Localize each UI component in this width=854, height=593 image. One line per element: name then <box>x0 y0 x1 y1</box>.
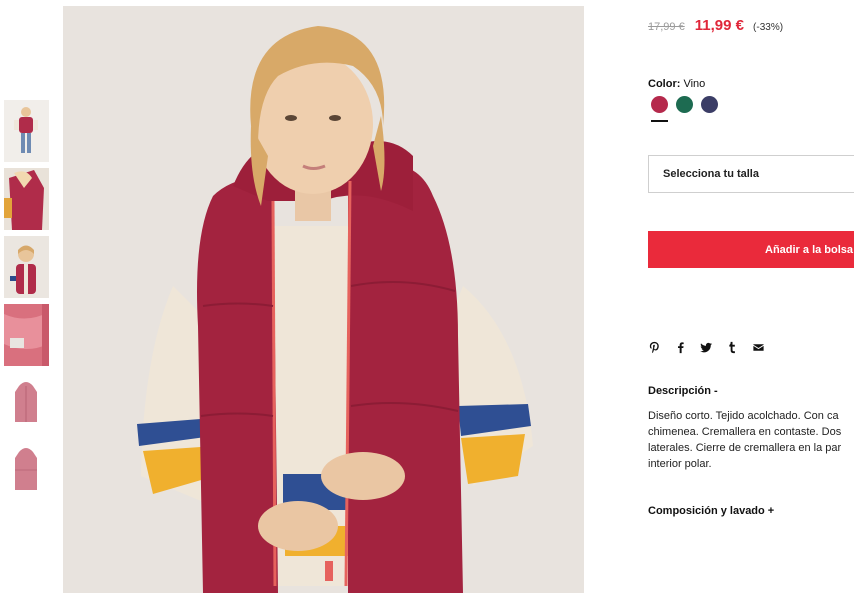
product-main-image[interactable] <box>63 6 584 593</box>
selected-color-name: Vino <box>683 78 706 90</box>
share-icons <box>648 340 778 354</box>
thumbnail-fabric-detail[interactable] <box>4 304 49 366</box>
size-select[interactable]: Selecciona tu talla <box>648 155 854 193</box>
swatch-navy[interactable] <box>701 96 718 113</box>
description-line: laterales. Cierre de cremallera en la pa… <box>648 442 842 454</box>
thumbnail-gallery <box>4 100 50 508</box>
discount-badge: (-33%) <box>753 22 784 33</box>
description-text: Diseño corto. Tejido acolchado. Con ca c… <box>648 408 854 472</box>
swatch-vino[interactable] <box>651 96 668 113</box>
facebook-icon[interactable] <box>674 340 687 354</box>
add-to-bag-label: Añadir a la bolsa <box>765 243 854 256</box>
product-info-panel: 17,99 € 11,99 € (-33%) Color: Vino Selec… <box>648 0 854 593</box>
description-toggle[interactable]: Descripción - <box>648 385 718 397</box>
description-line: interior polar. <box>648 458 712 470</box>
sale-price: 11,99 € <box>694 17 744 34</box>
description-line: chimenea. Cremallera en contaste. Dos <box>648 426 842 438</box>
thumbnail-hood-detail[interactable] <box>4 168 49 230</box>
add-to-bag-button[interactable]: Añadir a la bolsa <box>648 231 854 268</box>
size-select-placeholder: Selecciona tu talla <box>663 168 759 180</box>
composition-toggle[interactable]: Composición y lavado + <box>648 505 774 517</box>
email-icon[interactable] <box>752 340 765 354</box>
thumbnail-close-up[interactable] <box>4 236 49 298</box>
thumbnail-vest-back[interactable] <box>4 440 49 502</box>
twitter-icon[interactable] <box>700 340 713 354</box>
price-row: 17,99 € 11,99 € (-33%) <box>648 17 783 34</box>
thumbnail-full-body[interactable] <box>4 100 49 162</box>
description-line: Diseño corto. Tejido acolchado. Con ca <box>648 410 839 422</box>
pinterest-icon[interactable] <box>648 340 661 354</box>
thumbnail-vest-front[interactable] <box>4 372 49 434</box>
color-label-row: Color: Vino <box>648 78 705 90</box>
color-label: Color: <box>648 78 681 90</box>
old-price: 17,99 € <box>648 21 685 33</box>
selected-swatch-indicator <box>651 120 668 122</box>
swatch-green[interactable] <box>676 96 693 113</box>
tumblr-icon[interactable] <box>726 340 739 354</box>
color-swatches <box>651 96 726 113</box>
